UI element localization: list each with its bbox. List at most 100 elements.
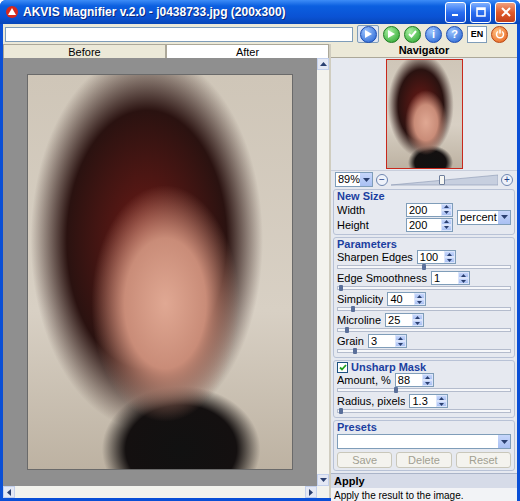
spinner[interactable]: [458, 272, 469, 284]
spinner[interactable]: [395, 335, 406, 347]
zoom-slider[interactable]: [391, 174, 498, 186]
spin-down-button[interactable]: [412, 320, 423, 326]
spin-down-button[interactable]: [436, 401, 447, 407]
parameter-head: Simplicity40: [337, 292, 511, 306]
number-field[interactable]: 3: [368, 334, 407, 348]
path-field[interactable]: [5, 27, 353, 42]
number-value: 200: [407, 204, 441, 216]
vertical-scrollbar[interactable]: [317, 58, 329, 486]
parameter-slider[interactable]: [337, 265, 511, 269]
parameter-slider[interactable]: [337, 328, 511, 332]
parameter-slider[interactable]: [337, 307, 511, 311]
unit-cell: percent: [457, 210, 511, 225]
parameter-label: Radius, pixels: [337, 395, 405, 407]
parameter-slider[interactable]: [337, 349, 511, 353]
dropdown-button[interactable]: [498, 211, 510, 224]
dropdown-button[interactable]: [498, 435, 510, 448]
number-field[interactable]: 25: [385, 313, 424, 327]
slider-thumb[interactable]: [422, 264, 426, 270]
unsharp-mask-checkbox[interactable]: [337, 362, 348, 373]
image-viewport[interactable]: [3, 58, 317, 486]
spinner[interactable]: [412, 314, 423, 326]
up-arrow-icon: [320, 62, 327, 66]
spin-down-button[interactable]: [414, 299, 425, 305]
slider-thumb[interactable]: [339, 285, 343, 291]
presets-group: PresetsSaveDeleteReset: [333, 420, 515, 471]
apply-button[interactable]: [404, 26, 421, 43]
parameter-label: Grain: [337, 335, 364, 347]
number-field[interactable]: 100: [417, 250, 456, 264]
play-icon: [388, 30, 395, 38]
batch-button[interactable]: [383, 26, 400, 43]
run-button[interactable]: [357, 25, 379, 43]
number-field[interactable]: 1: [431, 271, 470, 285]
number-field[interactable]: 1.3: [409, 394, 448, 408]
zoom-out-button[interactable]: −: [376, 174, 388, 186]
maximize-icon: [476, 7, 486, 17]
zoom-select[interactable]: 89%: [335, 172, 373, 187]
number-field[interactable]: 40: [387, 292, 426, 306]
slider-thumb[interactable]: [351, 306, 355, 312]
size-label: Width: [337, 204, 402, 216]
navigator-title: Navigator: [331, 44, 517, 58]
navigator-thumbnail[interactable]: [386, 59, 463, 169]
slider-thumb[interactable]: [353, 348, 357, 354]
parameter-slider[interactable]: [337, 409, 511, 413]
exit-button[interactable]: [491, 26, 508, 43]
parameter-slider[interactable]: [337, 388, 511, 392]
title-bar: AKVIS Magnifier v.2.0 - j0438733.jpg (20…: [0, 0, 520, 24]
horizontal-scrollbar[interactable]: [3, 486, 329, 498]
group-title: Unsharp Mask: [337, 361, 511, 373]
slider-thumb[interactable]: [339, 408, 343, 414]
spinner[interactable]: [414, 293, 425, 305]
spin-down-button[interactable]: [441, 225, 452, 231]
help-title: Apply: [331, 474, 517, 488]
info-button[interactable]: i: [425, 26, 442, 43]
close-button[interactable]: [495, 2, 516, 23]
spinner[interactable]: [422, 374, 433, 386]
scroll-down-button[interactable]: [317, 474, 329, 486]
spin-down-button[interactable]: [441, 210, 452, 216]
number-value: 200: [407, 219, 441, 231]
view-tab[interactable]: Before: [3, 44, 166, 58]
number-field[interactable]: 200: [406, 203, 453, 217]
scroll-left-button[interactable]: [3, 486, 15, 498]
slider-thumb[interactable]: [394, 387, 398, 393]
spin-down-button[interactable]: [395, 341, 406, 347]
size-field: 200: [406, 218, 453, 232]
spinner[interactable]: [441, 219, 452, 231]
check-icon: [408, 30, 417, 38]
unit-select[interactable]: percent: [457, 210, 511, 225]
spinner[interactable]: [444, 251, 455, 263]
run-icon: [360, 26, 377, 43]
slider-thumb[interactable]: [345, 327, 349, 333]
parameter-slider[interactable]: [337, 286, 511, 290]
scroll-up-button[interactable]: [317, 58, 329, 70]
preset-value: [338, 435, 498, 448]
size-fields: Width200Height200percent: [337, 202, 511, 232]
parameter-head: Edge Smoothness1: [337, 271, 511, 285]
zoom-in-button[interactable]: +: [501, 174, 513, 186]
language-button[interactable]: EN: [467, 26, 487, 43]
number-field[interactable]: 200: [406, 218, 453, 232]
spin-down-button[interactable]: [422, 380, 433, 386]
slider-thumb[interactable]: [439, 175, 445, 185]
zoom-row: 89%− +: [331, 170, 517, 188]
parameter-label: Sharpen Edges: [337, 251, 413, 263]
spinner[interactable]: [441, 204, 452, 216]
minimize-button[interactable]: [445, 2, 466, 23]
view-tab[interactable]: After: [166, 44, 329, 58]
presets-select[interactable]: [337, 434, 511, 449]
help-button[interactable]: ?: [446, 26, 463, 43]
up-arrow-icon: [417, 295, 422, 298]
scroll-right-button[interactable]: [305, 486, 317, 498]
window-body: i?ENBeforeAfterNavigator89%−+New SizeWid…: [3, 24, 517, 498]
app-logo-icon: [5, 5, 19, 19]
dropdown-button[interactable]: [360, 173, 372, 186]
spin-down-button[interactable]: [444, 257, 455, 263]
number-field[interactable]: 88: [395, 373, 434, 387]
spin-down-button[interactable]: [458, 278, 469, 284]
spinner[interactable]: [436, 395, 447, 407]
down-arrow-icon: [439, 403, 444, 406]
maximize-button[interactable]: [470, 2, 491, 23]
